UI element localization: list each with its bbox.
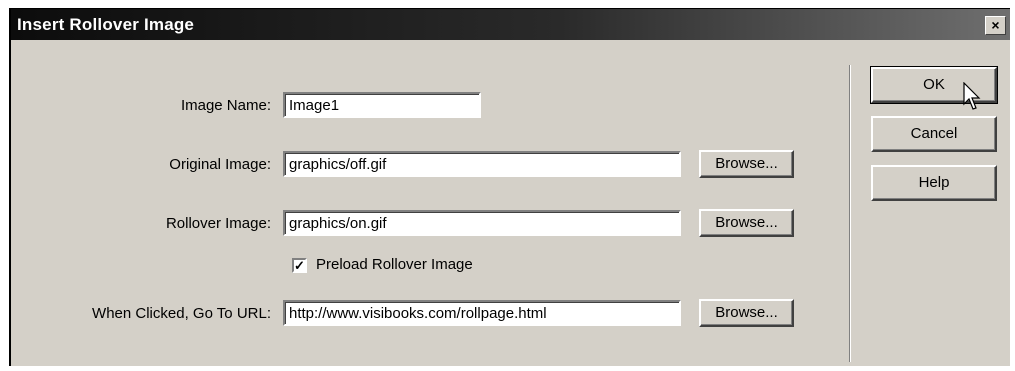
title-bar[interactable]: Insert Rollover Image × [11, 9, 1010, 40]
rollover-image-input[interactable]: graphics/on.gif [283, 210, 681, 236]
separator [849, 65, 851, 362]
preload-checkbox[interactable]: ✓ [292, 258, 307, 273]
mouse-cursor-icon [963, 82, 981, 110]
url-browse-button[interactable]: Browse... [699, 299, 794, 327]
original-image-input[interactable]: graphics/off.gif [283, 151, 681, 177]
image-name-input[interactable]: Image1 [283, 92, 481, 118]
preload-label: Preload Rollover Image [316, 256, 473, 273]
rollover-image-browse-button[interactable]: Browse... [699, 209, 794, 237]
original-image-browse-button[interactable]: Browse... [699, 150, 794, 178]
url-label: When Clicked, Go To URL: [92, 305, 271, 322]
image-name-label: Image Name: [180, 97, 271, 114]
close-icon[interactable]: × [985, 16, 1006, 35]
cancel-button[interactable]: Cancel [871, 116, 997, 152]
rollover-image-label: Rollover Image: [165, 215, 271, 232]
help-button[interactable]: Help [871, 165, 997, 201]
url-input[interactable]: http://www.visibooks.com/rollpage.html [283, 300, 681, 326]
insert-rollover-image-dialog: Insert Rollover Image × Image Name: Imag… [9, 8, 1010, 366]
original-image-label: Original Image: [169, 156, 271, 173]
dialog-title: Insert Rollover Image [17, 15, 195, 34]
